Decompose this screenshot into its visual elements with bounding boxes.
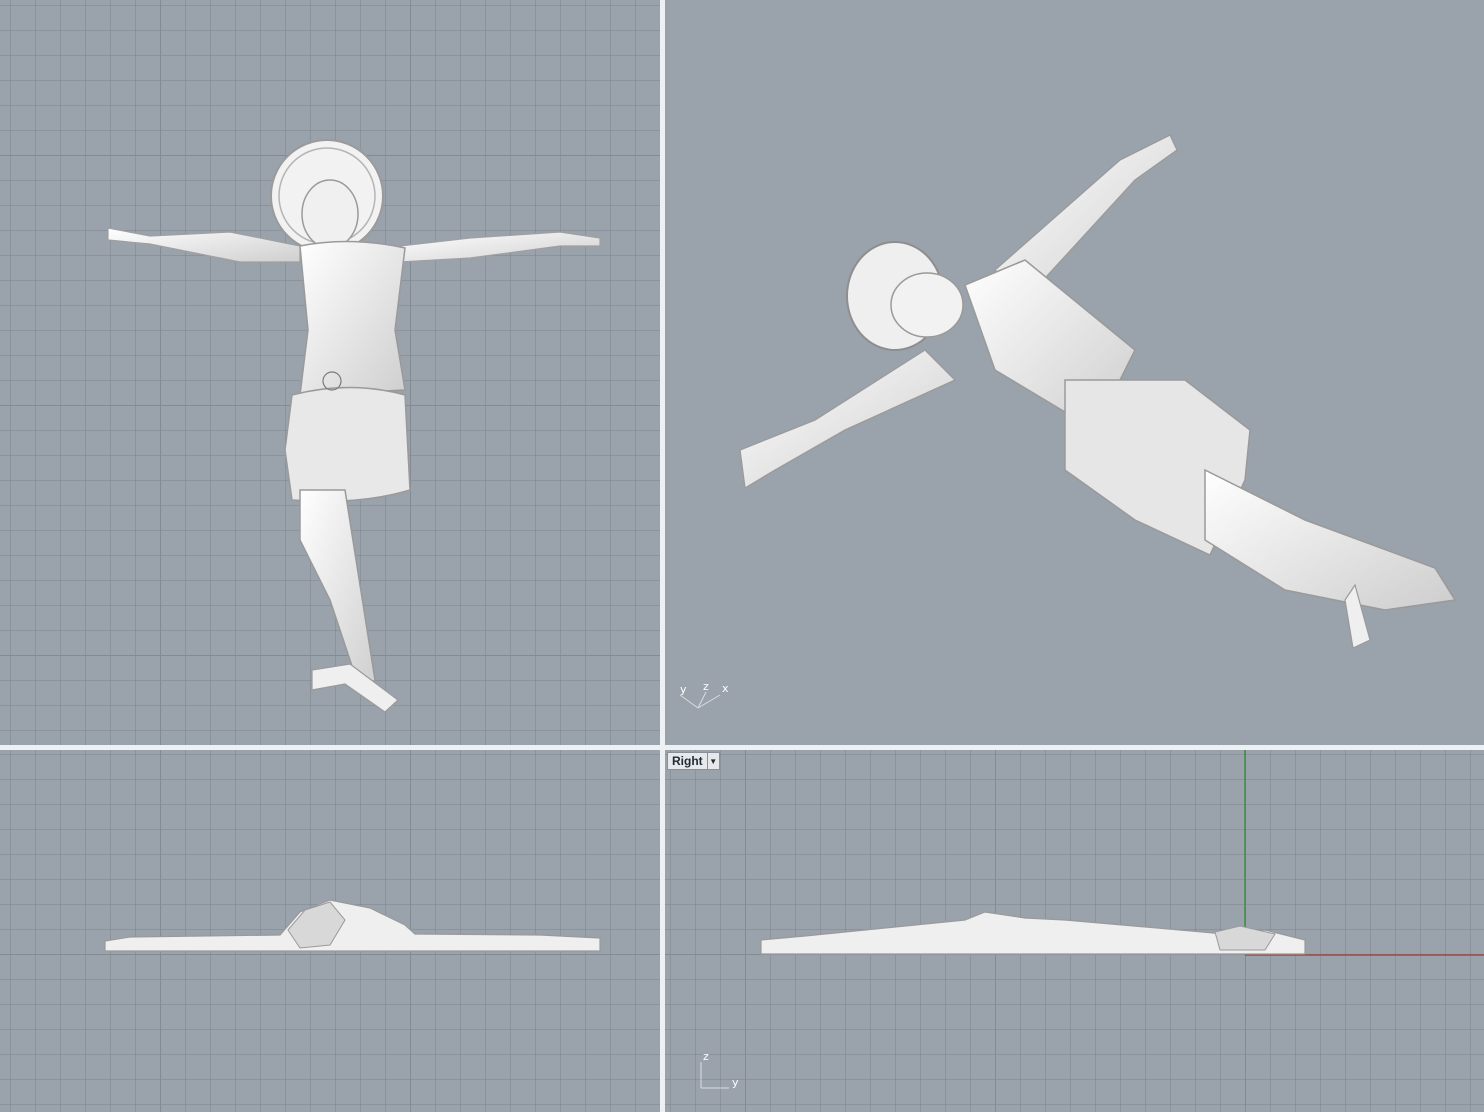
- viewport-separator-vertical[interactable]: [660, 0, 665, 1112]
- axis-triad-right: z y: [700, 1050, 739, 1089]
- viewport-front[interactable]: [0, 750, 660, 1112]
- axis-triad-perspective: y z x: [679, 680, 729, 709]
- axis-label-z: z: [703, 1050, 709, 1063]
- crucifix-model-right[interactable]: z y: [665, 750, 1484, 1112]
- chevron-down-icon[interactable]: ▼: [706, 753, 719, 769]
- crucifix-model-perspective[interactable]: y z x: [665, 0, 1484, 745]
- viewport-title-tab[interactable]: Right ▼: [667, 752, 720, 770]
- viewport-separator-horizontal[interactable]: [0, 745, 1484, 750]
- viewport-top[interactable]: [0, 0, 660, 745]
- viewport-title[interactable]: Right: [668, 753, 707, 769]
- axis-label-z: z: [703, 680, 709, 693]
- axis-label-y: y: [732, 1076, 739, 1089]
- axis-label-y: y: [680, 683, 687, 696]
- viewport-right[interactable]: z y Right ▼: [665, 750, 1484, 1112]
- crucifix-model-front[interactable]: [0, 750, 660, 1112]
- viewport-perspective[interactable]: y z x: [665, 0, 1484, 745]
- axis-label-x: x: [722, 682, 729, 695]
- crucifix-model-top[interactable]: [0, 0, 660, 745]
